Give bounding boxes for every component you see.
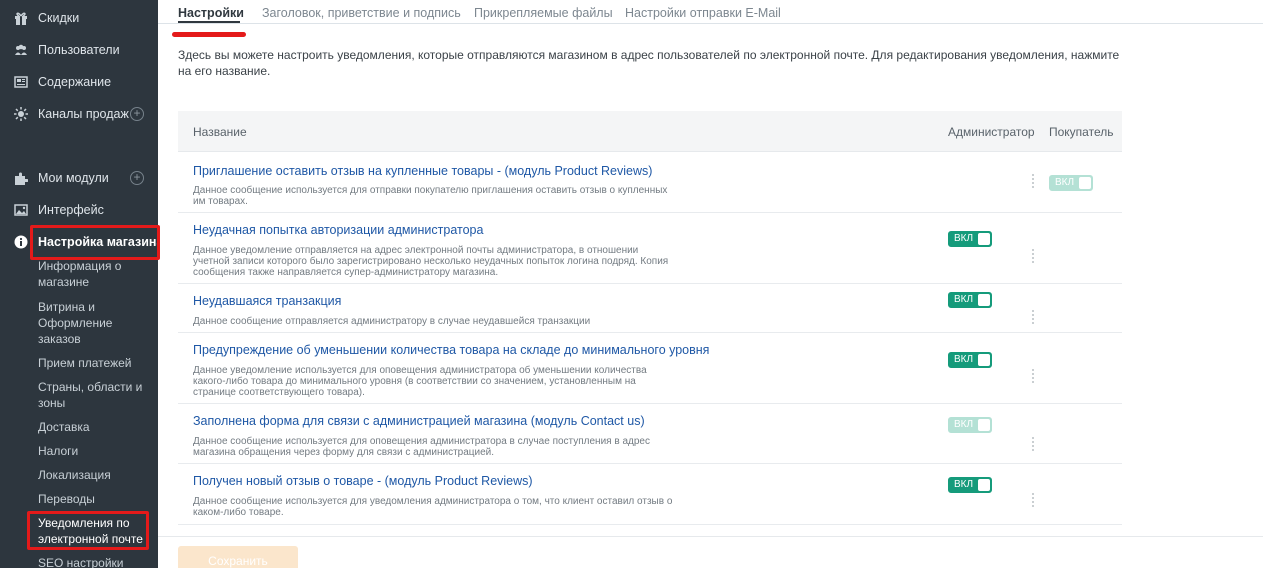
- sidebar-item-my-modules[interactable]: Мои модули +: [0, 166, 158, 190]
- header-name: Название: [193, 125, 247, 139]
- admin-toggle[interactable]: ВКЛ: [948, 352, 992, 368]
- notification-description: Данное сообщение отправляется администра…: [193, 316, 591, 327]
- info-icon: [14, 235, 28, 249]
- sidebar-item-content[interactable]: Содержание: [0, 70, 158, 94]
- sidebar-item-label: Интерфейс: [38, 203, 104, 217]
- toggle-knob: [1079, 177, 1091, 189]
- active-tab-underline: [178, 21, 240, 23]
- notification-description: Данное сообщение используется для отправ…: [193, 185, 668, 207]
- highlight-underline-settings-tab: [172, 32, 246, 37]
- newspaper-icon: [14, 75, 28, 89]
- toggle-knob: [978, 419, 990, 431]
- add-sales-channel-button[interactable]: +: [130, 107, 144, 121]
- table-row: Предупреждение об уменьшении количества …: [178, 333, 1122, 404]
- table-row: Приглашение оставить отзыв на купленные …: [178, 153, 1122, 213]
- puzzle-icon: [14, 171, 28, 185]
- sidebar: Скидки Пользователи Содержание Каналы пр…: [0, 0, 163, 568]
- toggle-label: ВКЛ: [954, 294, 974, 305]
- toggle-label: ВКЛ: [954, 479, 974, 490]
- sidebar-item-label: Каналы продаж: [38, 107, 129, 121]
- toggle-label: ВКЛ: [954, 354, 974, 365]
- tab-attachments[interactable]: Прикрепляемые файлы: [474, 6, 613, 20]
- table-row: Неудавшаяся транзакция Данное сообщение …: [178, 284, 1122, 333]
- header-customer: Покупатель: [1049, 125, 1114, 139]
- table-header: Название Администратор Покупатель: [178, 111, 1122, 152]
- customer-toggle[interactable]: ВКЛ: [1049, 175, 1093, 191]
- save-button[interactable]: Сохранить: [178, 546, 298, 568]
- sidebar-subitem-storefront[interactable]: Витрина и Оформление заказов: [38, 299, 150, 347]
- sidebar-subitem-taxes[interactable]: Налоги: [38, 443, 150, 459]
- sidebar-subitem-countries[interactable]: Страны, области и зоны: [38, 379, 150, 411]
- table-row: Получен новый отзыв о товаре - (модуль P…: [178, 464, 1122, 525]
- notification-title-link[interactable]: Приглашение оставить отзыв на купленные …: [193, 164, 652, 178]
- notification-description: Данное уведомление используется для опов…: [193, 365, 647, 398]
- header-admin: Администратор: [948, 125, 1035, 139]
- notification-title-link[interactable]: Получен новый отзыв о товаре - (модуль P…: [193, 474, 533, 488]
- sidebar-subitem-shipping[interactable]: Доставка: [38, 419, 150, 435]
- admin-toggle[interactable]: ВКЛ: [948, 417, 992, 433]
- sidebar-subitem-payments[interactable]: Прием платежей: [38, 355, 150, 371]
- sidebar-subitem-translations[interactable]: Переводы: [38, 491, 150, 507]
- add-module-button[interactable]: +: [130, 171, 144, 185]
- sidebar-subitem-localization[interactable]: Локализация: [38, 467, 150, 483]
- sidebar-item-users[interactable]: Пользователи: [0, 38, 158, 62]
- admin-toggle[interactable]: ВКЛ: [948, 231, 992, 247]
- row-menu-icon[interactable]: [1032, 493, 1036, 509]
- sun-icon: [14, 107, 28, 121]
- notification-title-link[interactable]: Заполнена форма для связи с администраци…: [193, 414, 645, 428]
- sidebar-item-label: Содержание: [38, 75, 112, 89]
- users-icon: [14, 43, 28, 57]
- tab-email-sending-settings[interactable]: Настройки отправки E-Mail: [625, 6, 781, 20]
- image-icon: [14, 203, 28, 217]
- sidebar-subitem-seo[interactable]: SEO настройки: [38, 555, 150, 568]
- notification-title-link[interactable]: Неудачная попытка авторизации администра…: [193, 223, 483, 237]
- main-content: Настройки Заголовок, приветствие и подпи…: [158, 0, 1263, 568]
- footer-divider: [158, 536, 1263, 537]
- table-row: Неудачная попытка авторизации администра…: [178, 213, 1122, 284]
- notification-description: Данное сообщение используется для уведом…: [193, 496, 673, 518]
- sidebar-item-discounts[interactable]: Скидки: [0, 6, 158, 30]
- admin-toggle[interactable]: ВКЛ: [948, 292, 992, 308]
- tab-settings[interactable]: Настройки: [178, 6, 244, 20]
- toggle-label: ВКЛ: [954, 419, 974, 430]
- notification-title-link[interactable]: Предупреждение об уменьшении количества …: [193, 343, 709, 357]
- sidebar-item-label: Мои модули: [38, 171, 109, 185]
- notification-title-link[interactable]: Неудавшаяся транзакция: [193, 294, 341, 308]
- gift-icon: [14, 11, 28, 25]
- tab-bar: Настройки Заголовок, приветствие и подпи…: [158, 0, 1263, 24]
- sidebar-item-label: Пользователи: [38, 43, 120, 57]
- highlight-box-email-notifications: [27, 511, 149, 550]
- highlight-box-store-settings: [30, 225, 160, 260]
- sidebar-item-interface[interactable]: Интерфейс: [0, 198, 158, 222]
- toggle-knob: [978, 233, 990, 245]
- row-menu-icon[interactable]: [1032, 310, 1036, 326]
- toggle-knob: [978, 354, 990, 366]
- row-menu-icon[interactable]: [1032, 437, 1036, 453]
- toggle-label: ВКЛ: [954, 233, 974, 244]
- sidebar-subitem-store-info[interactable]: Информация о магазине: [38, 258, 150, 290]
- toggle-knob: [978, 294, 990, 306]
- sidebar-item-label: Скидки: [38, 11, 80, 25]
- notification-description: Данное уведомление отправляется на адрес…: [193, 245, 669, 278]
- notification-description: Данное сообщение используется для оповещ…: [193, 436, 650, 458]
- sidebar-item-sales-channels[interactable]: Каналы продаж +: [0, 102, 158, 126]
- row-menu-icon[interactable]: [1032, 249, 1036, 265]
- admin-toggle[interactable]: ВКЛ: [948, 477, 992, 493]
- row-menu-icon[interactable]: [1032, 369, 1036, 385]
- intro-text: Здесь вы можете настроить уведомления, к…: [178, 48, 1120, 78]
- row-menu-icon[interactable]: [1032, 174, 1036, 190]
- toggle-label: ВКЛ: [1055, 177, 1075, 188]
- tab-header-greeting-signature[interactable]: Заголовок, приветствие и подпись: [262, 6, 461, 20]
- table-row: Заполнена форма для связи с администраци…: [178, 404, 1122, 464]
- toggle-knob: [978, 479, 990, 491]
